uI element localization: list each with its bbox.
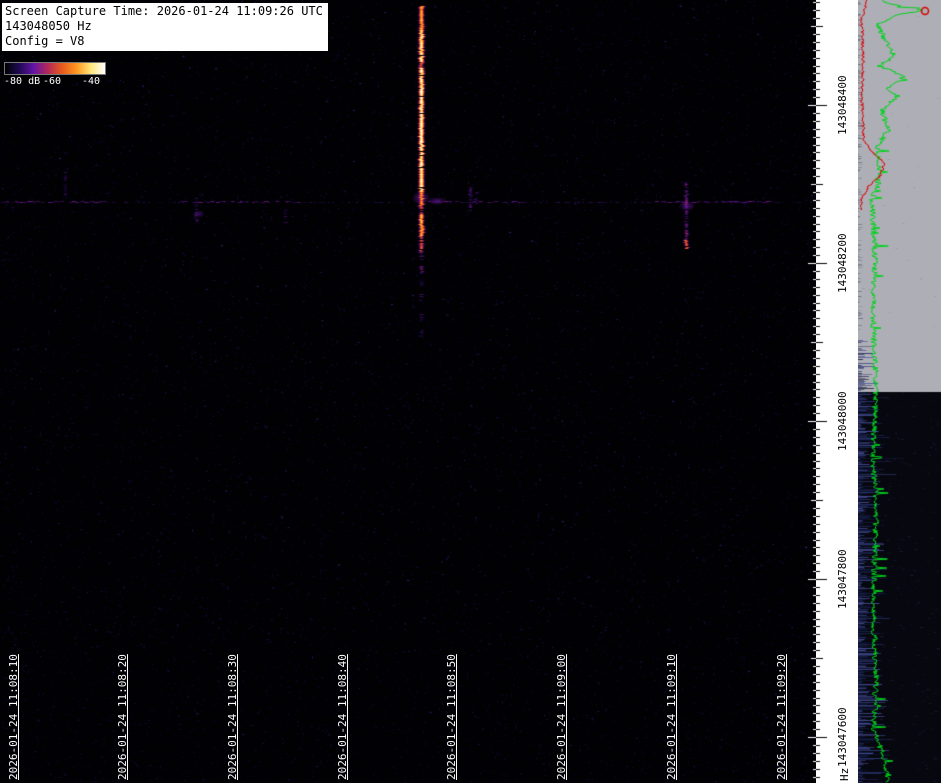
spectrogram-screen-capture: 2026-01-24 11:08:102026-01-24 11:08:2020…	[0, 0, 941, 783]
frequency-unit-label: Hz	[838, 768, 851, 781]
frequency-tick-label: 143048400	[836, 75, 849, 135]
legend-mid-db-label: -60	[43, 76, 61, 87]
colormap-db-labels: -80 dB -60 -40	[4, 76, 108, 88]
frequency-tick-label: 143047600	[836, 707, 849, 767]
frequency-axis: 143048400 143048200 143048000 143047800 1430…	[816, 0, 858, 783]
waterfall-spectrogram	[0, 0, 816, 783]
frequency-tick-label: 143048200	[836, 233, 849, 293]
config-text: Config = V8	[5, 34, 323, 49]
capture-frequency-text: 143048050 Hz	[5, 19, 323, 34]
color-scale-legend: -80 dB -60 -40	[4, 62, 108, 88]
frequency-tick-label: 143048000	[836, 391, 849, 451]
spectrum-graph-panel	[858, 0, 941, 783]
capture-time-text: Screen Capture Time: 2026-01-24 11:09:26…	[5, 4, 323, 19]
legend-max-db-label: -40	[82, 76, 100, 87]
frequency-tick-label: 143047800	[836, 549, 849, 609]
legend-min-db-label: -80 dB	[4, 76, 40, 87]
colormap-gradient-bar	[4, 62, 106, 75]
capture-info-box: Screen Capture Time: 2026-01-24 11:09:26…	[2, 3, 328, 51]
